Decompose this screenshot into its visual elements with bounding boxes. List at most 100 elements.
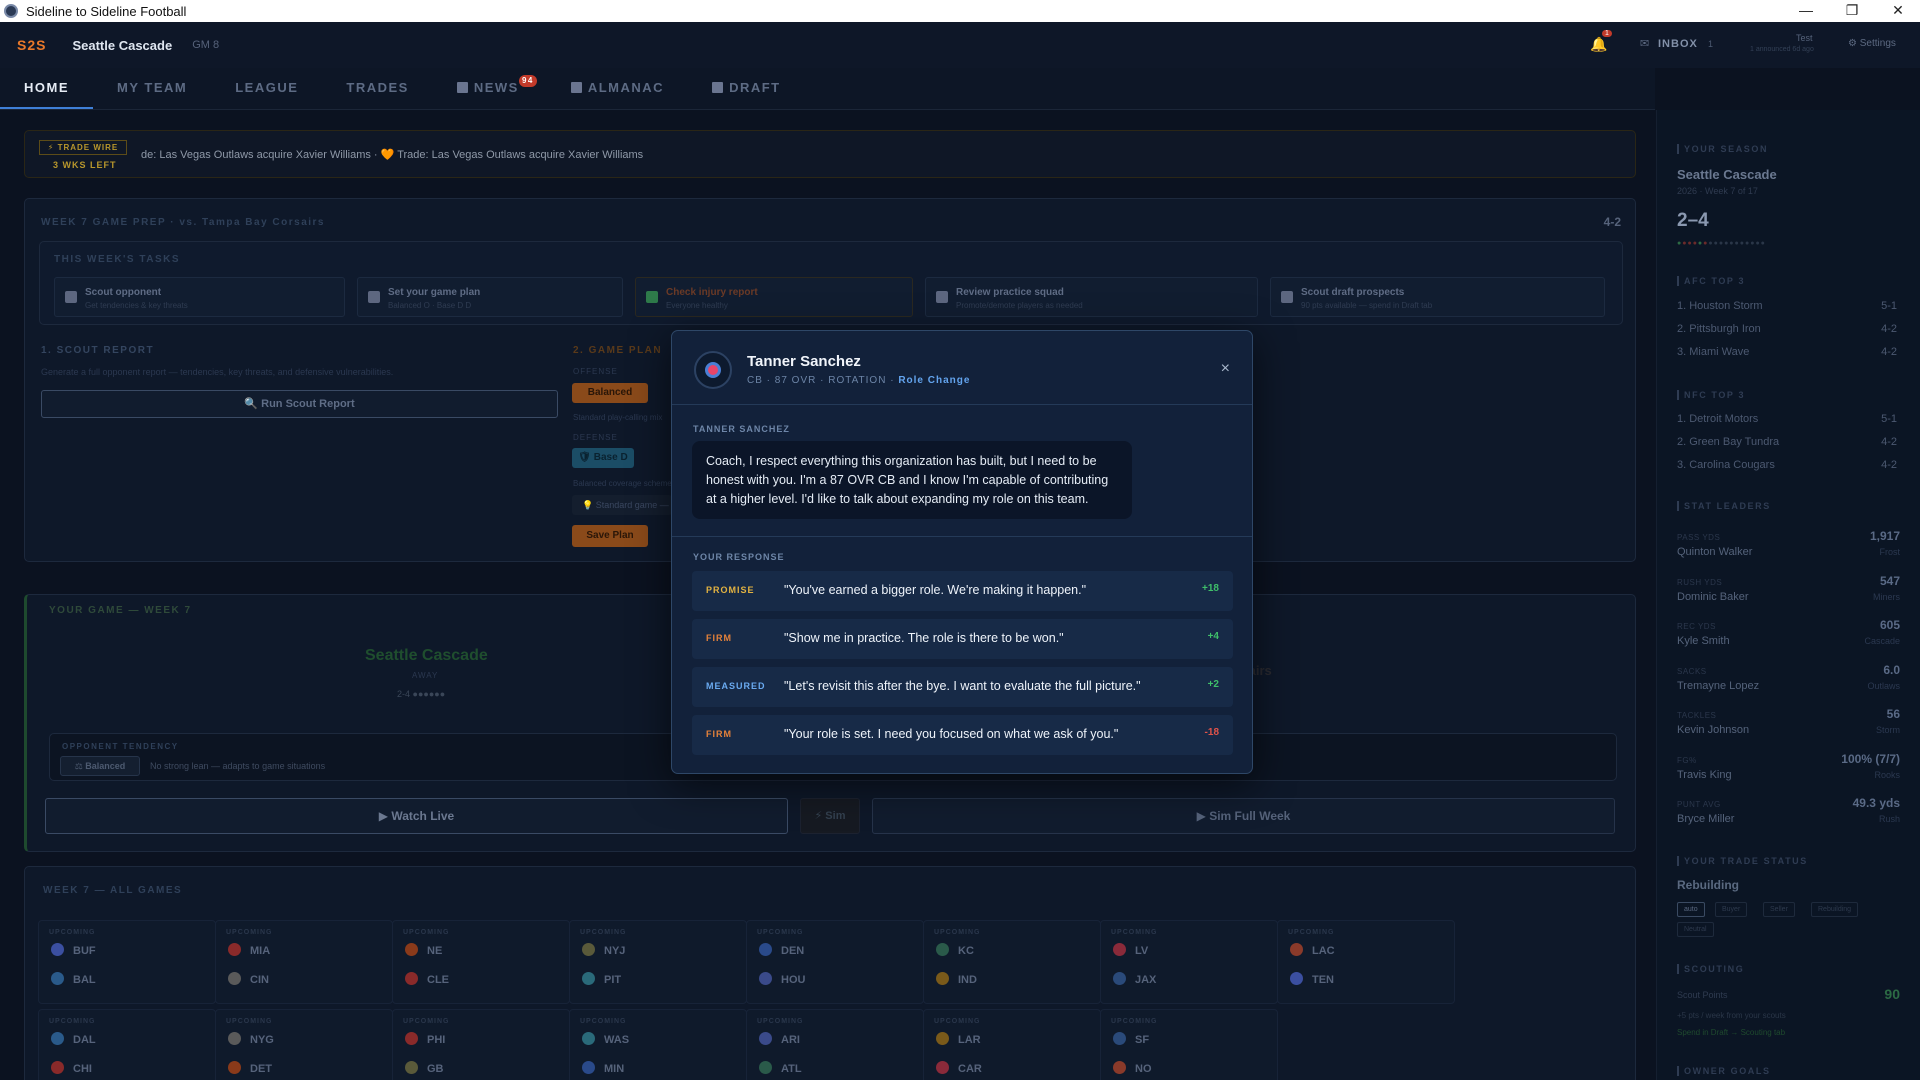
game-card[interactable]: UPCOMING LAC TEN [1277, 920, 1455, 1004]
sim-button[interactable]: ⚡ Sim [800, 798, 860, 834]
tab-draft[interactable]: DRAFT [688, 68, 805, 109]
trade-option-buyer[interactable]: Buyer [1715, 902, 1748, 917]
task-checkbox[interactable] [936, 291, 948, 303]
task-checkbox[interactable] [65, 291, 77, 303]
team-abbr: JAX [1135, 974, 1157, 986]
sim-full-week-button[interactable]: ▶ Sim Full Week [872, 798, 1615, 834]
restore-icon[interactable]: ❐ [1832, 0, 1872, 22]
game-card[interactable]: UPCOMING DEN HOU [746, 920, 924, 1004]
trade-option-seller[interactable]: Seller [1763, 902, 1795, 917]
response-kind: PROMISE [706, 585, 755, 595]
task-sub: Everyone healthy [666, 301, 728, 310]
tab-news-label: NEWS [473, 80, 519, 95]
response-text: "Let's revisit this after the bye. I wan… [784, 679, 1141, 693]
task-title: Set your game plan [388, 287, 481, 298]
player-avatar [694, 351, 732, 389]
save-plan-button[interactable]: Save Plan [572, 525, 648, 547]
team-abbr: NE [427, 945, 443, 957]
user-name[interactable]: Test [1796, 33, 1813, 43]
run-scout-report-button[interactable]: 🔍 Run Scout Report [41, 390, 558, 418]
tab-my-team[interactable]: MY TEAM [93, 68, 211, 109]
game-card[interactable]: UPCOMING BUF BAL [38, 920, 216, 1004]
tab-home[interactable]: HOME [0, 68, 93, 109]
task-scout-draft[interactable]: Scout draft prospects 90 pts available — … [1270, 277, 1605, 317]
game-card[interactable]: UPCOMING KC IND [923, 920, 1101, 1004]
defense-base-option[interactable]: 🛡 Base D [572, 448, 634, 468]
task-scout-opponent[interactable]: Scout opponent Get tendencies & key threa… [54, 277, 345, 317]
task-set-game-plan[interactable]: Set your game plan Balanced O · Base D D [357, 277, 623, 317]
game-card[interactable]: UPCOMING MIA CIN [215, 920, 393, 1004]
game-card[interactable]: UPCOMING PHI GB [392, 1009, 570, 1080]
game-card[interactable]: UPCOMING ARI ATL [746, 1009, 924, 1080]
afc-row[interactable]: 3. Miami Wave 4-2 [1677, 346, 1897, 358]
team-logo-icon [582, 972, 595, 985]
response-option-firm-set[interactable]: FIRM "Your role is set. I need you focuse… [692, 715, 1233, 755]
scout-link[interactable]: Spend in Draft → Scouting tab [1677, 1028, 1785, 1037]
game-card[interactable]: UPCOMING LAR CAR [923, 1009, 1101, 1080]
task-check-injury[interactable]: Check injury report Everyone healthy [635, 277, 913, 317]
game-team: JAX [1113, 972, 1156, 986]
nfc-rec: 4-2 [1881, 436, 1897, 448]
afc-team: 2. Pittsburgh Iron [1677, 323, 1761, 335]
watch-live-button[interactable]: ▶ Watch Live [45, 798, 788, 834]
target-icon [705, 362, 721, 378]
game-status: UPCOMING [49, 929, 96, 936]
response-option-promise[interactable]: PROMISE "You've earned a bigger role. We'… [692, 571, 1233, 611]
game-card[interactable]: UPCOMING WAS MIN [569, 1009, 747, 1080]
game-team: LAR [936, 1032, 981, 1046]
nfc-row[interactable]: 2. Green Bay Tundra 4-2 [1677, 436, 1897, 448]
prep-record: 4-2 [1603, 215, 1621, 229]
user-sub: 1 announced 6d ago [1750, 46, 1814, 53]
game-card[interactable]: UPCOMING NYG DET [215, 1009, 393, 1080]
leader-value: 100% (7/7) [1841, 751, 1900, 766]
game-card[interactable]: UPCOMING SF NO [1100, 1009, 1278, 1080]
game-plan-label: 2. GAME PLAN [573, 345, 663, 356]
app-logo[interactable]: S2S [17, 37, 46, 53]
afc-row[interactable]: 2. Pittsburgh Iron 4-2 [1677, 323, 1897, 335]
task-checkbox-checked[interactable] [646, 291, 658, 303]
game-card[interactable]: UPCOMING LV JAX [1100, 920, 1278, 1004]
speaker-label: TANNER SANCHEZ [693, 424, 790, 434]
tab-news[interactable]: NEWS 94 [433, 68, 547, 109]
game-card[interactable]: UPCOMING NYJ PIT [569, 920, 747, 1004]
task-review-practice[interactable]: Review practice squad Promote/demote play… [925, 277, 1258, 317]
nfc-row[interactable]: 1. Detroit Motors 5-1 [1677, 413, 1897, 425]
trade-option-rebuilding[interactable]: Rebuilding [1811, 902, 1859, 917]
game-team: GB [405, 1061, 444, 1075]
task-sub: Promote/demote players as needed [956, 301, 1083, 310]
notification-bell-icon[interactable]: 🔔 [1590, 36, 1607, 53]
leader-value: 547 [1879, 573, 1900, 588]
game-status: UPCOMING [757, 929, 804, 936]
tab-trades[interactable]: TRADES [322, 68, 432, 109]
main-nav: HOME MY TEAM LEAGUE TRADES NEWS 94 ALMANA… [0, 68, 1655, 110]
game-card[interactable]: UPCOMING NE CLE [392, 920, 570, 1004]
trade-option-neutral[interactable]: Neutral [1677, 922, 1714, 937]
trade-option-auto[interactable]: auto [1677, 902, 1705, 917]
team-logo-icon [51, 1061, 64, 1074]
tab-almanac[interactable]: ALMANAC [547, 68, 688, 109]
settings-button[interactable]: ⚙ Settings [1848, 38, 1896, 49]
offense-balanced-option[interactable]: Balanced [572, 383, 648, 403]
afc-row[interactable]: 1. Houston Storm 5-1 [1677, 300, 1897, 312]
team-logo-icon [405, 1061, 418, 1074]
task-checkbox[interactable] [368, 291, 380, 303]
inbox-button[interactable]: INBOX [1658, 38, 1698, 50]
response-option-firm[interactable]: FIRM "Show me in practice. The role is th… [692, 619, 1233, 659]
team-abbr: LV [1135, 945, 1149, 957]
gear-icon: ⚙ [1848, 38, 1860, 49]
team-logo-icon [582, 1032, 595, 1045]
task-checkbox[interactable] [1281, 291, 1293, 303]
response-option-measured[interactable]: MEASURED "Let's revisit this after the by… [692, 667, 1233, 707]
home-team-loc: AWAY [412, 671, 439, 680]
close-dialog-icon[interactable]: × [1221, 361, 1230, 377]
dialog-divider [672, 536, 1252, 537]
dialog-header: Tanner Sanchez CB · 87 OVR · ROTATION · … [672, 331, 1252, 405]
game-card[interactable]: UPCOMING DAL CHI [38, 1009, 216, 1080]
leader-name: Tremayne Lopez [1677, 679, 1760, 692]
close-window-icon[interactable]: ✕ [1878, 0, 1918, 22]
minimize-icon[interactable]: — [1786, 0, 1826, 22]
tab-league[interactable]: LEAGUE [211, 68, 322, 109]
nfc-row[interactable]: 3. Carolina Cougars 4-2 [1677, 459, 1897, 471]
leader-name: Travis King [1677, 768, 1732, 781]
leader-name: Kevin Johnson [1677, 724, 1750, 736]
